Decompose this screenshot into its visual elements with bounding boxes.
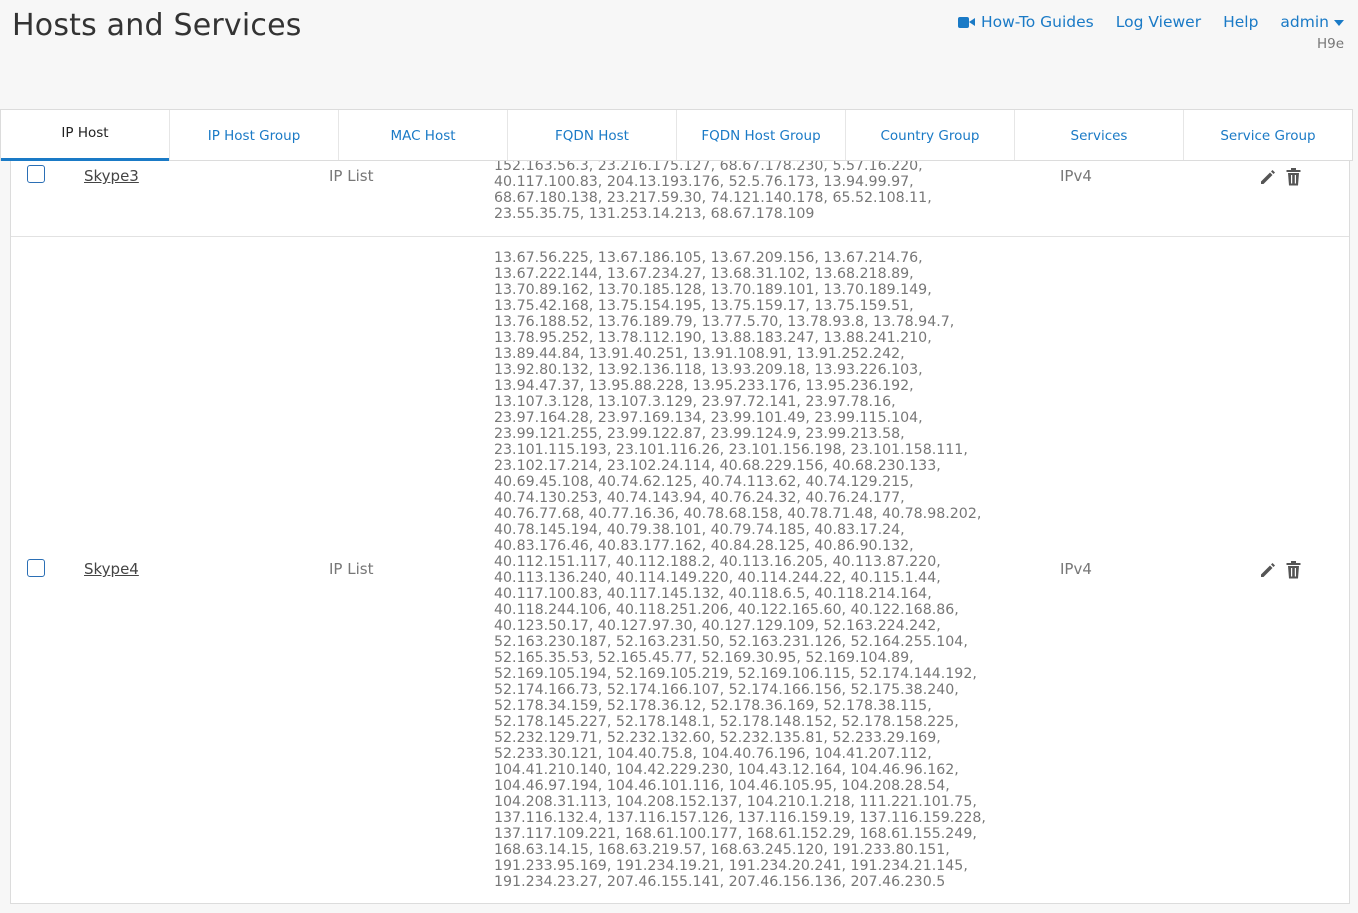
host-name-link[interactable]: Skype3: [84, 167, 139, 185]
row-checkbox[interactable]: [27, 559, 45, 577]
top-navigation: How-To Guides Log Viewer Help admin H9e: [957, 12, 1344, 52]
ip-address-list: 152.163.56.3, 23.216.175.127, 68.67.178.…: [494, 158, 932, 222]
log-viewer-link[interactable]: Log Viewer: [1116, 12, 1201, 32]
ip-version: IPv4: [1060, 560, 1092, 578]
host-type: IP List: [329, 167, 374, 185]
trash-icon[interactable]: [1286, 561, 1301, 579]
table-row: Skype4 IP List 13.67.56.225, 13.67.186.1…: [11, 237, 1349, 902]
admin-label: admin: [1280, 13, 1329, 31]
tab-fqdn-host-group[interactable]: FQDN Host Group: [676, 110, 845, 160]
ip-host-table: Skype3 IP List 152.163.56.3, 23.216.175.…: [10, 110, 1350, 904]
page-title: Hosts and Services: [12, 8, 302, 43]
pencil-icon[interactable]: [1259, 168, 1277, 186]
row-checkbox[interactable]: [27, 165, 45, 183]
device-name: H9e: [1316, 36, 1344, 52]
host-type: IP List: [329, 560, 374, 578]
user-menu: admin H9e: [1280, 12, 1344, 52]
video-camera-icon: [957, 16, 975, 29]
tab-services[interactable]: Services: [1014, 110, 1183, 160]
caret-down-icon: [1334, 20, 1344, 26]
tab-country-group[interactable]: Country Group: [845, 110, 1014, 160]
trash-icon[interactable]: [1286, 168, 1301, 186]
ip-version: IPv4: [1060, 167, 1092, 185]
tab-fqdn-host[interactable]: FQDN Host: [507, 110, 676, 160]
host-name-link[interactable]: Skype4: [84, 560, 139, 578]
help-link[interactable]: Help: [1223, 12, 1258, 32]
tab-ip-host-group[interactable]: IP Host Group: [169, 110, 338, 160]
admin-menu-button[interactable]: admin: [1280, 12, 1344, 32]
tab-ip-host[interactable]: IP Host: [1, 110, 169, 161]
how-to-guides-link[interactable]: How-To Guides: [957, 12, 1094, 32]
how-to-guides-label: How-To Guides: [980, 13, 1094, 31]
tab-mac-host[interactable]: MAC Host: [338, 110, 507, 160]
pencil-icon[interactable]: [1259, 561, 1277, 579]
tab-service-group[interactable]: Service Group: [1183, 110, 1352, 160]
tab-bar: IP Host IP Host Group MAC Host FQDN Host…: [0, 109, 1353, 161]
ip-address-list: 13.67.56.225, 13.67.186.105, 13.67.209.1…: [494, 250, 986, 890]
